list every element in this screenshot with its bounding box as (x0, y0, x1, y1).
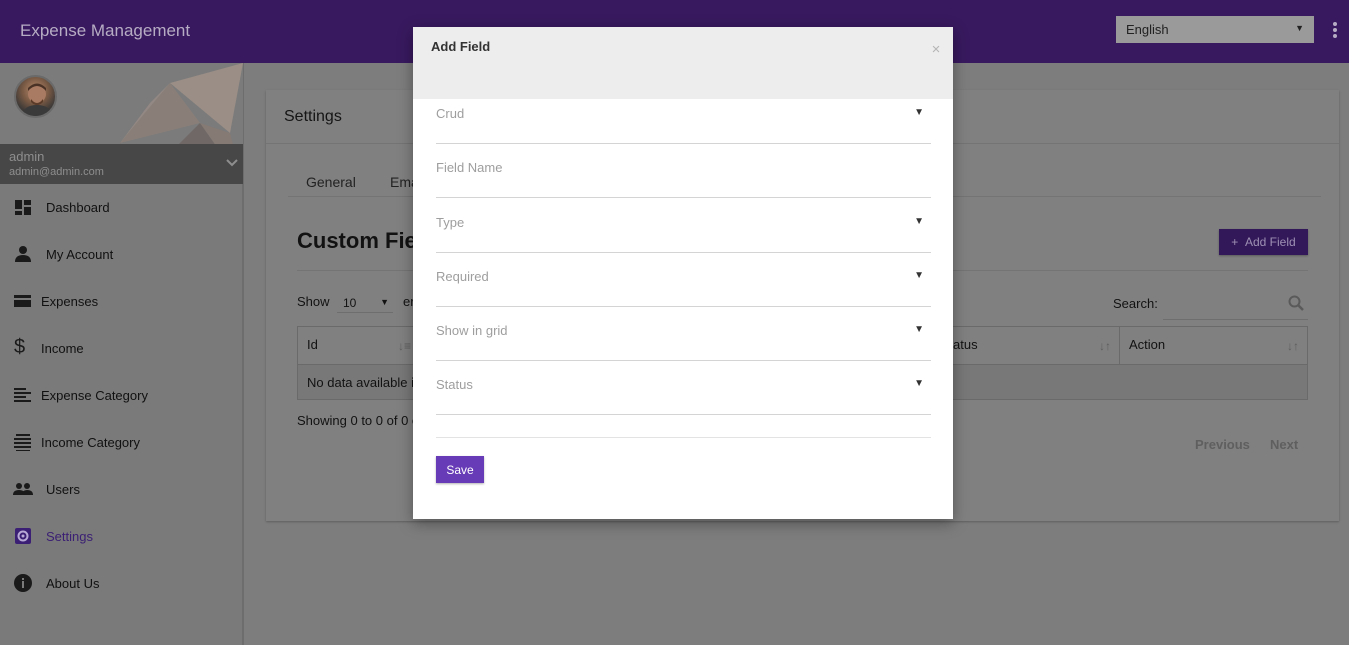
plus-icon: + (1231, 235, 1239, 249)
sidebar-item-about-us[interactable]: About Us (0, 560, 243, 607)
sidebar-item-label: Settings (46, 529, 93, 544)
sidebar-item-label: My Account (46, 247, 114, 262)
pagination-next[interactable]: Next (1270, 437, 1298, 452)
sidebar-nav: Dashboard My Account Expenses $ Income E… (0, 184, 243, 607)
avatar[interactable] (14, 75, 57, 118)
add-field-label: Add Field (1244, 235, 1296, 249)
language-selected: English (1126, 22, 1169, 37)
crud-select[interactable]: Crud ▼ (436, 98, 931, 144)
field-name-input[interactable]: Field Name (436, 152, 931, 198)
show-label: Show (297, 294, 330, 309)
field-label: Field Name (436, 160, 503, 175)
status-select[interactable]: Status ▼ (436, 369, 931, 415)
sidebar-item-label: Income Category (41, 435, 140, 450)
table-info: Showing 0 to 0 of 0 e (297, 413, 420, 428)
sort-icon: ↓↑ (1099, 339, 1111, 353)
sidebar-item-label: Users (46, 482, 80, 497)
pagination-previous[interactable]: Previous (1195, 437, 1250, 452)
search-input[interactable] (1163, 288, 1308, 320)
profile-panel: admin admin@admin.com (0, 63, 243, 184)
users-icon (13, 483, 33, 495)
section-title: Custom Fie (297, 228, 417, 253)
caret-down-icon: ▼ (914, 270, 924, 281)
close-icon[interactable]: × (930, 41, 942, 58)
modal-divider (436, 437, 931, 438)
sidebar-item-label: Expense Category (41, 388, 148, 403)
list-icon (14, 388, 31, 402)
caret-down-icon: ▼ (914, 107, 924, 118)
language-select[interactable]: English ▼ (1116, 16, 1314, 43)
caret-down-icon: ▼ (914, 216, 924, 227)
kebab-vertical-icon[interactable] (1329, 22, 1341, 42)
caret-down-icon: ▼ (1295, 23, 1304, 33)
sidebar-item-label: Dashboard (46, 200, 110, 215)
column-header-id[interactable]: Id ↓≡ (298, 327, 420, 364)
field-label: Required (436, 269, 489, 284)
page-title: Settings (284, 108, 342, 125)
field-label: Status (436, 377, 473, 392)
sort-icon: ↓≡ (397, 339, 411, 353)
dollar-icon: $ (14, 336, 26, 358)
chevron-down-icon[interactable] (225, 156, 239, 170)
caret-down-icon: ▼ (380, 297, 389, 307)
app-title[interactable]: Expense Management (20, 21, 190, 41)
tab-general[interactable]: General (306, 174, 356, 190)
add-field-modal: Add Field × Crud ▼ Field Name Type ▼ Req… (413, 27, 953, 519)
column-header-label: Action (1129, 337, 1166, 352)
column-header-action[interactable]: Action ↓↑ (1120, 327, 1307, 364)
person-icon (15, 246, 31, 262)
profile-bar[interactable]: admin admin@admin.com (0, 144, 243, 184)
modal-header: Add Field × (413, 27, 953, 99)
required-select[interactable]: Required ▼ (436, 261, 931, 307)
sidebar-item-expenses[interactable]: Expenses (0, 278, 243, 325)
column-header-status[interactable]: atus ↓↑ (943, 327, 1120, 364)
sidebar-item-income-category[interactable]: Income Category (0, 419, 243, 466)
sidebar-item-dashboard[interactable]: Dashboard (0, 184, 243, 231)
field-label: Show in grid (436, 323, 508, 338)
gear-icon (15, 528, 31, 544)
sidebar-item-users[interactable]: Users (0, 466, 243, 513)
add-field-button[interactable]: + Add Field (1219, 229, 1308, 255)
list-stacked-icon (14, 434, 31, 451)
dashboard-icon (15, 200, 31, 215)
sort-icon: ↓↑ (1287, 339, 1299, 353)
sidebar-item-settings[interactable]: Settings (0, 513, 243, 560)
sidebar-item-label: About Us (46, 576, 100, 591)
type-select[interactable]: Type ▼ (436, 207, 931, 253)
field-label: Type (436, 215, 465, 230)
sidebar: admin admin@admin.com Dashboard My Accou… (0, 63, 244, 645)
card-icon (14, 295, 31, 307)
sidebar-item-label: Expenses (41, 294, 99, 309)
info-icon (14, 574, 32, 592)
profile-email: admin@admin.com (9, 166, 104, 178)
modal-title: Add Field (431, 39, 491, 54)
column-header-label: Id (307, 337, 318, 352)
caret-down-icon: ▼ (914, 324, 924, 335)
caret-down-icon: ▼ (914, 378, 924, 389)
sidebar-item-income[interactable]: $ Income (0, 325, 243, 372)
sidebar-item-my-account[interactable]: My Account (0, 231, 243, 278)
sidebar-item-expense-category[interactable]: Expense Category (0, 372, 243, 419)
search-icon (1288, 295, 1304, 311)
column-header-label: atus (953, 337, 978, 352)
profile-name: admin (9, 149, 45, 164)
field-label: Crud (436, 106, 465, 121)
search-label: Search: (1113, 296, 1158, 311)
sidebar-item-label: Income (41, 341, 84, 356)
save-button[interactable]: Save (436, 456, 484, 483)
page-size-select[interactable]: 10 ▼ (337, 293, 393, 313)
show-in-grid-select[interactable]: Show in grid ▼ (436, 315, 931, 361)
page-size-value: 10 (343, 296, 357, 310)
